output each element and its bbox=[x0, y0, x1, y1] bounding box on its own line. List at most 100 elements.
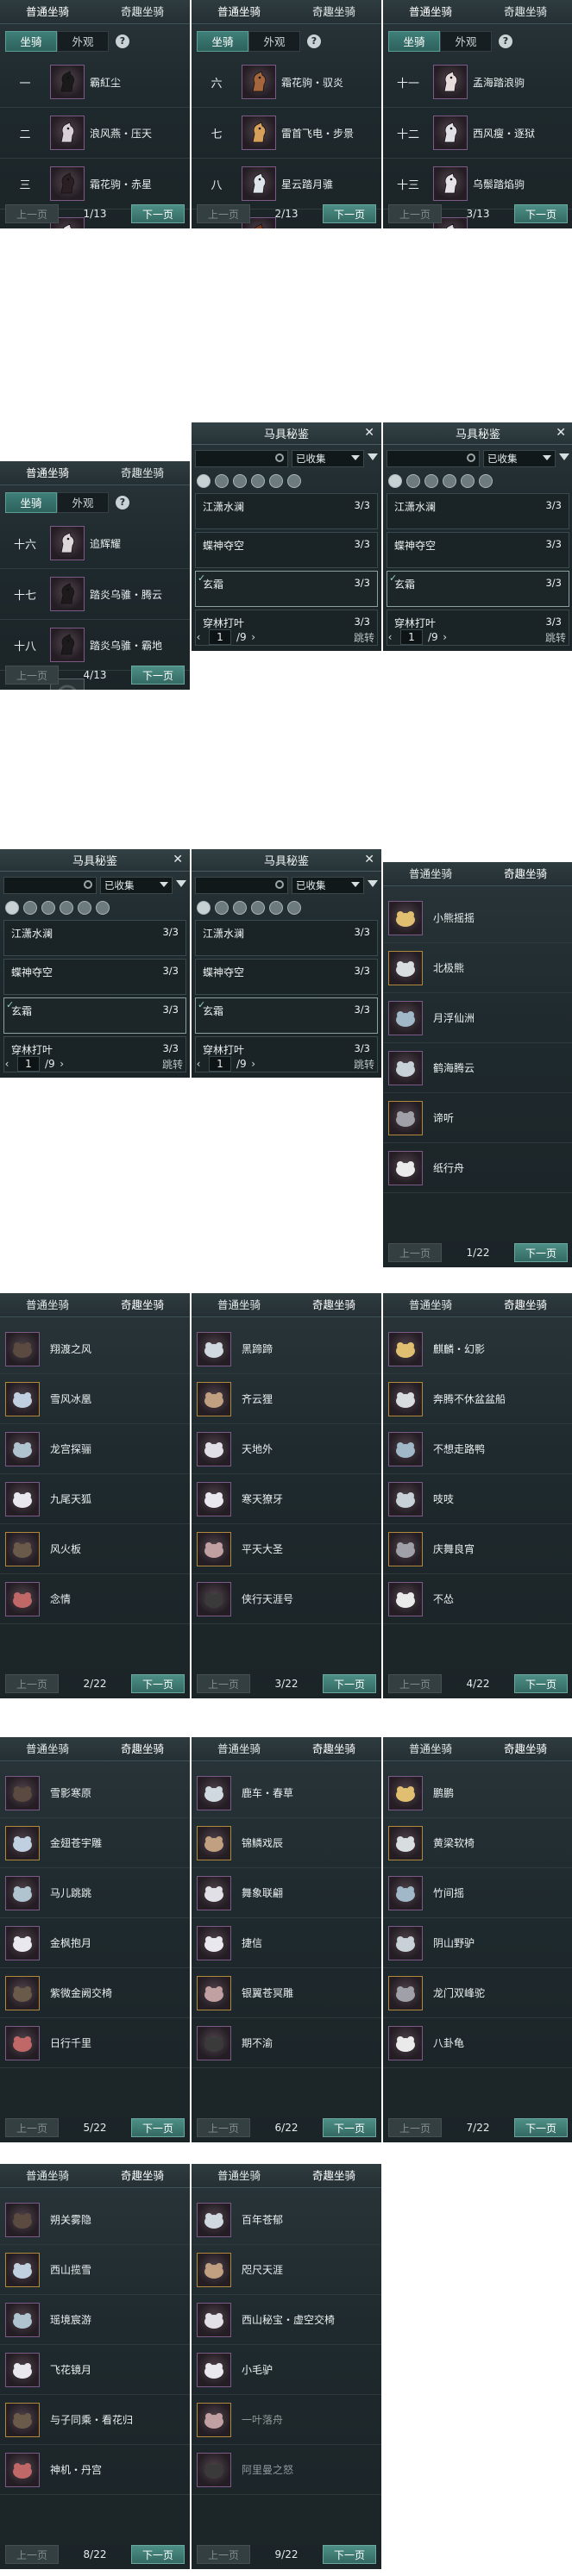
next-page-button[interactable]: 下一页 bbox=[131, 666, 185, 685]
tab-appearance[interactable]: 外观 bbox=[57, 31, 109, 52]
filter-icon[interactable] bbox=[368, 880, 378, 891]
fun-mount-row[interactable]: 九尾天狐 bbox=[0, 1474, 190, 1524]
fun-mount-row[interactable]: 竹间摇 bbox=[383, 1868, 572, 1918]
tab-fun-mounts[interactable]: 奇趣坐骑 bbox=[478, 1737, 572, 1761]
tab-fun-mounts[interactable]: 奇趣坐骑 bbox=[286, 0, 381, 24]
mount-row[interactable]: 十一 孟海踏浪驹 bbox=[383, 57, 572, 108]
prev-page-button[interactable]: 上一页 bbox=[5, 1674, 59, 1693]
tab-appearance[interactable]: 外观 bbox=[57, 492, 109, 513]
arrow-left-icon[interactable]: ‹ bbox=[192, 1058, 205, 1070]
fun-mount-row[interactable]: 瑶境宸游 bbox=[0, 2295, 190, 2345]
tab-normal-mounts[interactable]: 普通坐骑 bbox=[383, 1737, 478, 1761]
page-input[interactable]: 1 bbox=[209, 629, 231, 645]
fun-mount-row[interactable]: 寒天獠牙 bbox=[192, 1474, 381, 1524]
saddle-icon[interactable] bbox=[424, 474, 438, 488]
tab-normal-mounts[interactable]: 普通坐骑 bbox=[383, 1293, 478, 1317]
fun-mount-row[interactable]: 金翅苍宇雕 bbox=[0, 1818, 190, 1868]
fun-mount-row[interactable]: 龙宫探骊 bbox=[0, 1424, 190, 1474]
mount-row[interactable]: 一 霸紅尘 bbox=[0, 57, 190, 108]
fun-mount-row[interactable]: 马儿跳跳 bbox=[0, 1868, 190, 1918]
armor-icon[interactable] bbox=[287, 474, 301, 488]
close-icon[interactable]: ✕ bbox=[364, 426, 374, 440]
next-page-button[interactable]: 下一页 bbox=[323, 2545, 376, 2564]
equipment-set[interactable]: 江潇水澜 3/3 bbox=[387, 493, 569, 529]
fun-mount-row[interactable]: 吱吱 bbox=[383, 1474, 572, 1524]
tab-appearance[interactable]: 外观 bbox=[440, 31, 492, 52]
tab-fun-mounts[interactable]: 奇趣坐骑 bbox=[95, 0, 190, 24]
tab-fun-mounts[interactable]: 奇趣坐骑 bbox=[95, 1737, 190, 1761]
arrow-left-icon[interactable]: ‹ bbox=[383, 631, 397, 643]
next-page-button[interactable]: 下一页 bbox=[323, 1674, 376, 1693]
horseshoe-icon[interactable] bbox=[461, 474, 475, 488]
fun-mount-row[interactable]: 金枫抱月 bbox=[0, 1918, 190, 1968]
tab-normal-mounts[interactable]: 普通坐骑 bbox=[0, 0, 95, 24]
fun-mount-row[interactable]: 西山揽雪 bbox=[0, 2245, 190, 2295]
equipment-set[interactable]: 蝶神夺空 3/3 bbox=[195, 959, 378, 995]
saddle-icon[interactable] bbox=[233, 474, 247, 488]
mount-row[interactable]: 七 雷首飞电・步景 bbox=[192, 108, 381, 159]
fun-mount-row[interactable]: 侠行天涯号 bbox=[192, 1574, 381, 1624]
equipment-set[interactable]: ✓ 玄霜 3/3 bbox=[195, 571, 378, 607]
mount-row[interactable]: 六 霜花驹・驭炎 bbox=[192, 57, 381, 108]
arrow-right-icon[interactable]: › bbox=[438, 631, 452, 643]
tab-normal-mounts[interactable]: 普通坐骑 bbox=[192, 1293, 286, 1317]
mount-row[interactable]: 十二 西风瘦・逐狱 bbox=[383, 108, 572, 159]
saddle-icon[interactable] bbox=[41, 901, 55, 915]
fun-mount-row[interactable]: 一叶落舟 bbox=[192, 2395, 381, 2445]
tab-appearance[interactable]: 外观 bbox=[248, 31, 300, 52]
search-input[interactable] bbox=[3, 877, 97, 894]
tab-mount[interactable]: 坐骑 bbox=[5, 31, 57, 52]
close-icon[interactable]: ✕ bbox=[556, 426, 566, 440]
arrow-left-icon[interactable]: ‹ bbox=[0, 1058, 14, 1070]
tab-normal-mounts[interactable]: 普通坐骑 bbox=[0, 1293, 95, 1317]
next-page-button[interactable]: 下一页 bbox=[514, 204, 568, 223]
equipment-set[interactable]: ✓ 玄霜 3/3 bbox=[387, 571, 569, 607]
prev-page-button[interactable]: 上一页 bbox=[197, 2118, 250, 2137]
tab-fun-mounts[interactable]: 奇趣坐骑 bbox=[95, 2164, 190, 2188]
filter-icon[interactable] bbox=[559, 453, 569, 464]
arrow-right-icon[interactable]: › bbox=[247, 631, 261, 643]
all-category-icon[interactable] bbox=[197, 901, 211, 915]
jump-button[interactable]: 跳转 bbox=[545, 630, 566, 645]
search-input[interactable] bbox=[195, 877, 288, 894]
tab-normal-mounts[interactable]: 普通坐骑 bbox=[0, 1737, 95, 1761]
search-input[interactable] bbox=[387, 450, 480, 467]
fun-mount-row[interactable]: 黄梁软椅 bbox=[383, 1818, 572, 1868]
tab-normal-mounts[interactable]: 普通坐骑 bbox=[192, 2164, 286, 2188]
fun-mount-row[interactable]: 翔渡之风 bbox=[0, 1324, 190, 1374]
fun-mount-row[interactable]: 天地外 bbox=[192, 1424, 381, 1474]
fun-mount-row[interactable]: 舞象联翩 bbox=[192, 1868, 381, 1918]
close-icon[interactable]: ✕ bbox=[364, 853, 374, 866]
equipment-set[interactable]: 蝶神夺空 3/3 bbox=[195, 532, 378, 568]
jump-button[interactable]: 跳转 bbox=[162, 1057, 183, 1072]
next-page-button[interactable]: 下一页 bbox=[131, 2545, 185, 2564]
fun-mount-row[interactable]: 念情 bbox=[0, 1574, 190, 1624]
help-icon[interactable]: ? bbox=[499, 34, 512, 48]
all-category-icon[interactable] bbox=[5, 901, 19, 915]
filter-select[interactable]: 已收集 bbox=[100, 877, 173, 894]
tab-normal-mounts[interactable]: 普通坐骑 bbox=[0, 461, 95, 485]
stirrup-icon[interactable] bbox=[251, 901, 265, 915]
page-input[interactable]: 1 bbox=[400, 629, 423, 645]
tab-normal-mounts[interactable]: 普通坐骑 bbox=[192, 0, 286, 24]
prev-page-button[interactable]: 上一页 bbox=[197, 2545, 250, 2564]
fun-mount-row[interactable]: 北极熊 bbox=[383, 943, 572, 993]
tab-mount[interactable]: 坐骑 bbox=[388, 31, 440, 52]
fun-mount-row[interactable]: 龙门双峰驼 bbox=[383, 1968, 572, 2018]
bridle-icon[interactable] bbox=[215, 901, 229, 915]
fun-mount-row[interactable]: 不怂 bbox=[383, 1574, 572, 1624]
horseshoe-icon[interactable] bbox=[269, 474, 283, 488]
fun-mount-row[interactable]: 平天大圣 bbox=[192, 1524, 381, 1574]
tab-normal-mounts[interactable]: 普通坐骑 bbox=[383, 862, 478, 886]
fun-mount-row[interactable]: 银翼苍冥雕 bbox=[192, 1968, 381, 2018]
fun-mount-row[interactable]: 锦鳞戏辰 bbox=[192, 1818, 381, 1868]
filter-select[interactable]: 已收集 bbox=[292, 450, 364, 467]
fun-mount-row[interactable]: 百年苍郁 bbox=[192, 2195, 381, 2245]
fun-mount-row[interactable]: 小毛驴 bbox=[192, 2345, 381, 2395]
prev-page-button[interactable]: 上一页 bbox=[388, 204, 442, 223]
bridle-icon[interactable] bbox=[23, 901, 37, 915]
tab-fun-mounts[interactable]: 奇趣坐骑 bbox=[95, 461, 190, 485]
close-icon[interactable]: ✕ bbox=[173, 853, 183, 866]
tab-fun-mounts[interactable]: 奇趣坐骑 bbox=[286, 1293, 381, 1317]
horseshoe-icon[interactable] bbox=[78, 901, 91, 915]
